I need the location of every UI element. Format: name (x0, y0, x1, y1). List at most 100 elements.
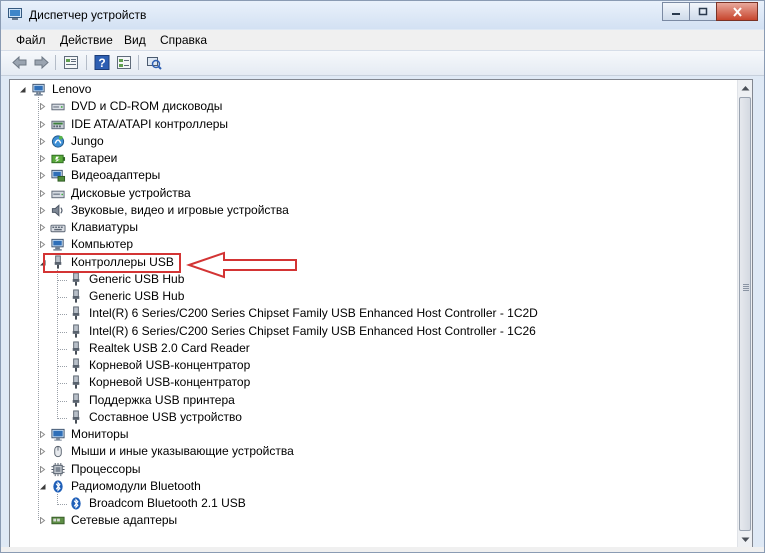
tree-device-item[interactable]: Broadcom Bluetooth 2.1 USB (10, 495, 730, 512)
tree-item-label: Intel(R) 6 Series/C200 Series Chipset Fa… (89, 323, 536, 338)
tree-category-item[interactable]: Клавиатуры (10, 219, 730, 236)
monitor-icon (51, 428, 65, 441)
scroll-grip-line (743, 288, 749, 289)
tree-root-item[interactable]: Lenovo (10, 81, 730, 98)
tree-item-label: Компьютер (71, 237, 134, 252)
scroll-down-button[interactable] (738, 532, 752, 548)
scroll-grip-line (743, 286, 749, 287)
forward-arrow-icon[interactable] (32, 54, 50, 71)
device-manager-app-icon (8, 8, 22, 20)
scroll-grip-line (743, 290, 749, 291)
tree-device-item[interactable]: Generic USB Hub (10, 271, 730, 288)
collapse-toggle-icon[interactable] (19, 86, 26, 93)
expand-toggle-icon[interactable] (39, 517, 46, 525)
toolbar-separator (86, 55, 87, 70)
disk-drive-icon (51, 190, 65, 198)
tree-device-item[interactable]: Generic USB Hub (10, 288, 730, 305)
tree-item-label: Звуковые, видео и игровые устройства (71, 202, 289, 217)
tree-connector-line (58, 279, 67, 281)
dvd-drive-icon (51, 103, 65, 111)
usb-icon (72, 289, 80, 303)
expand-toggle-icon[interactable] (39, 431, 46, 438)
computer-icon (32, 83, 45, 96)
minimize-button[interactable] (662, 2, 690, 21)
expand-toggle-icon[interactable] (39, 137, 46, 145)
toolbar: ? (1, 51, 764, 76)
tree-item-label: Мыши и иные указывающие устройства (71, 444, 294, 459)
tree-category-item[interactable]: Мониторы (10, 426, 730, 443)
toolbar-separator (55, 55, 56, 70)
tree-category-item[interactable]: Сетевые адаптеры (10, 512, 730, 529)
menu-file[interactable]: Файл (16, 33, 46, 47)
tree-category-item[interactable]: Радиомодули Bluetooth (10, 478, 730, 495)
scroll-up-button[interactable] (738, 80, 752, 96)
tree-connector-line (58, 366, 67, 367)
tree-item-label: Клавиатуры (71, 220, 138, 234)
tree-device-item[interactable]: Поддержка USB принтера (10, 392, 730, 409)
close-button[interactable] (716, 2, 758, 21)
tree-category-item[interactable]: Дисковые устройства (10, 185, 730, 202)
expand-toggle-icon[interactable] (39, 224, 46, 231)
tree-item-label: Поддержка USB принтера (89, 392, 235, 407)
vertical-scrollbar[interactable] (737, 80, 752, 548)
tree-category-item[interactable]: Звуковые, видео и игровые устройства (10, 202, 730, 219)
tree-item-label: Корневой USB-концентратор (89, 358, 251, 372)
tree-category-item[interactable]: DVD и CD-ROM дисководы (10, 98, 730, 115)
tree-item-label: Дисковые устройства (71, 185, 191, 200)
svg-text:?: ? (98, 56, 105, 70)
tree-connector-line (58, 331, 67, 333)
tree-category-item[interactable]: Мыши и иные указывающие устройства (10, 443, 730, 460)
tree-item-label: Generic USB Hub (89, 271, 185, 286)
ide-controller-icon (51, 120, 65, 129)
sound-icon (51, 204, 63, 217)
show-hidden-icon[interactable] (115, 54, 133, 71)
title-bar[interactable]: Диспетчер устройств (1, 1, 764, 29)
tree-category-item[interactable]: Jungo (10, 133, 730, 150)
help-icon[interactable]: ? (93, 54, 111, 71)
scroll-up-icon (741, 86, 750, 91)
menu-help[interactable]: Справка (160, 33, 207, 47)
tree-device-item[interactable]: Intel(R) 6 Series/C200 Series Chipset Fa… (10, 323, 730, 340)
tree-item-label: Сетевые адаптеры (71, 513, 178, 528)
expand-toggle-icon[interactable] (39, 189, 46, 197)
collapse-toggle-icon[interactable] (39, 483, 46, 490)
menu-action[interactable]: Действие (60, 33, 113, 47)
jungo-icon (51, 135, 65, 148)
computer-icon (51, 239, 64, 251)
annotation-arrow-icon (186, 251, 297, 279)
tree-device-item[interactable]: Составное USB устройство (10, 409, 730, 426)
expand-toggle-icon[interactable] (39, 172, 46, 180)
maximize-button[interactable] (689, 2, 717, 21)
expand-toggle-icon[interactable] (39, 448, 46, 456)
tree-category-item[interactable]: Компьютер (10, 236, 730, 253)
menu-view[interactable]: Вид (124, 33, 146, 47)
tree-category-item[interactable]: IDE ATA/ATAPI контроллеры (10, 116, 730, 133)
tree-device-item[interactable]: Корневой USB-концентратор (10, 374, 730, 391)
tree-device-item[interactable]: Intel(R) 6 Series/C200 Series Chipset Fa… (10, 305, 730, 322)
bluetooth-icon (71, 497, 81, 510)
tree-device-item[interactable]: Realtek USB 2.0 Card Reader (10, 340, 730, 357)
expand-toggle-icon[interactable] (39, 206, 46, 214)
expand-toggle-icon[interactable] (39, 155, 46, 162)
expand-toggle-icon[interactable] (39, 120, 46, 128)
properties-icon[interactable] (62, 54, 80, 71)
tree-item-label: Видеоадаптеры (71, 168, 161, 183)
toolbar-separator (138, 55, 139, 70)
tree-item-label: Generic USB Hub (89, 289, 185, 303)
bluetooth-icon (53, 480, 63, 493)
usb-icon (72, 341, 80, 355)
tree-category-item[interactable]: Батареи (10, 150, 730, 167)
scan-hardware-icon[interactable] (145, 54, 163, 71)
usb-icon (72, 323, 80, 338)
tree-category-item[interactable]: Процессоры (10, 461, 730, 478)
tree-category-item[interactable]: Видеоадаптеры (10, 167, 730, 184)
expand-toggle-icon[interactable] (39, 241, 46, 249)
processor-icon (51, 462, 65, 476)
back-arrow-icon[interactable] (11, 54, 29, 71)
usb-icon (72, 410, 80, 424)
scroll-thumb[interactable] (739, 97, 751, 531)
tree-device-item[interactable]: Корневой USB-концентратор (10, 357, 730, 374)
expand-toggle-icon[interactable] (39, 103, 46, 111)
usb-icon (72, 272, 80, 286)
expand-toggle-icon[interactable] (39, 465, 46, 473)
